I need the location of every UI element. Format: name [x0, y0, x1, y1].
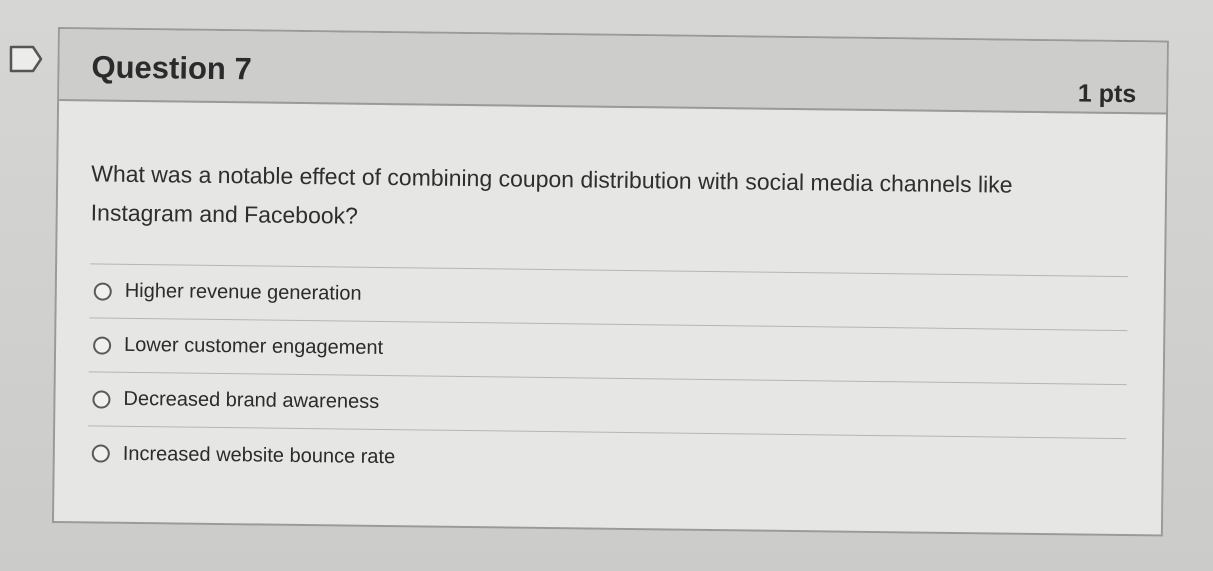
question-title: Question 7 [91, 49, 252, 87]
answer-option-label: Higher revenue generation [124, 279, 362, 305]
question-header: Question 7 1 pts [59, 29, 1167, 115]
quiz-page: Question 7 1 pts What was a notable effe… [0, 0, 1213, 571]
radio-unselected-icon[interactable] [91, 444, 110, 463]
question-card: Question 7 1 pts What was a notable effe… [51, 27, 1169, 537]
radio-unselected-icon[interactable] [92, 389, 111, 409]
answer-list: Higher revenue generation Lower customer… [87, 263, 1129, 493]
question-prompt: What was a notable effect of combining c… [90, 160, 1013, 229]
answer-option-label: Increased website bounce rate [122, 442, 396, 468]
answer-option-label: Lower customer engagement [123, 333, 384, 359]
answer-option-label: Decreased brand awareness [123, 387, 380, 413]
answer-option[interactable]: Increased website bounce rate [87, 426, 1126, 493]
radio-unselected-icon[interactable] [93, 335, 112, 355]
flag-outline-icon[interactable] [9, 45, 43, 73]
radio-unselected-icon[interactable] [93, 281, 112, 301]
points-value: 1 pts [1077, 79, 1137, 109]
